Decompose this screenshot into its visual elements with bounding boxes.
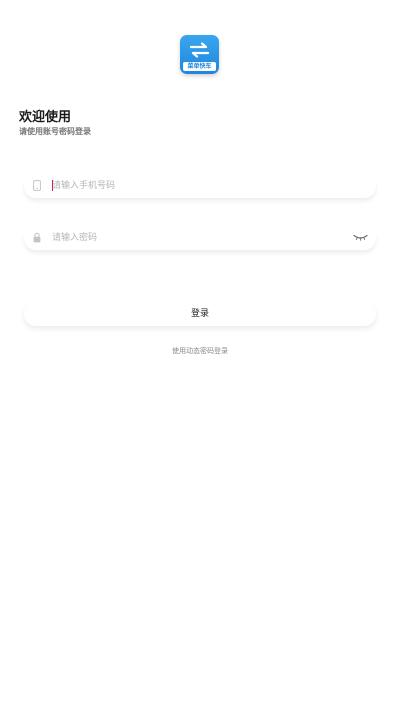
app-logo: 菜单快车	[180, 35, 219, 74]
dynamic-password-login-link[interactable]: 使用动态密码登录	[0, 346, 400, 356]
login-page: 菜单快车 欢迎使用 请使用账号密码登录 登录 使用动态密码登录	[0, 0, 400, 711]
logo-caption: 菜单快车	[183, 62, 216, 71]
page-title: 欢迎使用	[19, 110, 72, 125]
lock-icon	[33, 232, 41, 243]
text-caret	[52, 180, 53, 191]
password-input[interactable]	[52, 229, 352, 247]
swap-arrows-icon	[189, 42, 210, 58]
phone-input[interactable]	[52, 177, 352, 195]
password-field[interactable]	[24, 226, 376, 250]
login-button[interactable]: 登录	[24, 302, 376, 326]
eye-closed-icon[interactable]	[353, 234, 368, 241]
page-subtitle: 请使用账号密码登录	[19, 127, 91, 136]
phone-field[interactable]	[24, 174, 376, 198]
phone-icon	[33, 180, 41, 191]
